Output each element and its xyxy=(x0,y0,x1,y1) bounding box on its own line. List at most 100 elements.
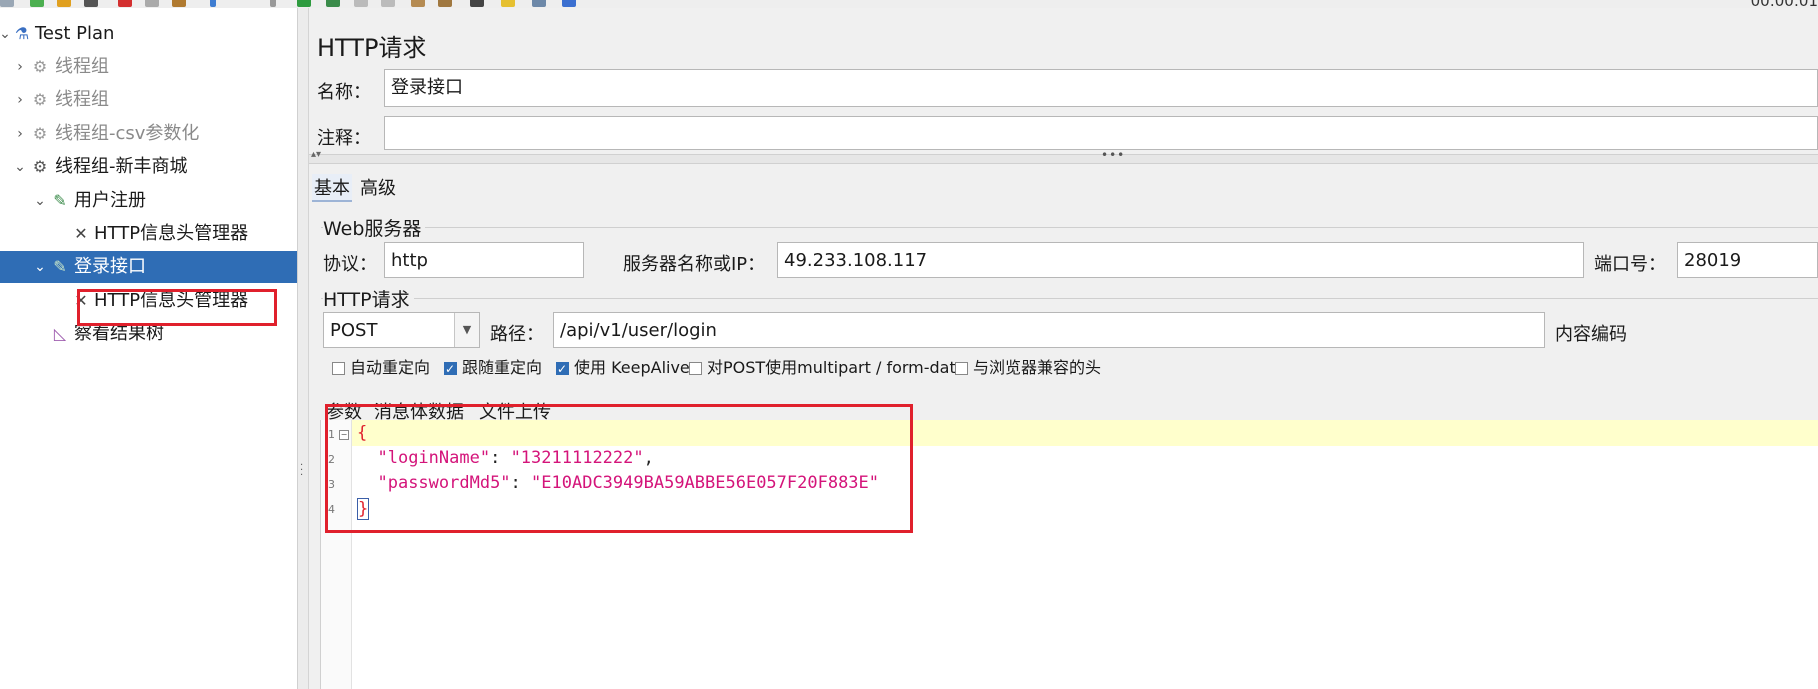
tree-item-label: 用户注册 xyxy=(74,190,146,211)
tree-item-thread-group-mall[interactable]: ⌄ ⚙ 线程组-新丰商城 xyxy=(0,151,297,183)
checkbox-label: 对POST使用multipart / form-data xyxy=(707,358,966,377)
search-icon[interactable] xyxy=(470,0,484,7)
tree-item-label: Test Plan xyxy=(35,23,115,44)
pipette-icon: ✎ xyxy=(53,257,67,276)
protocol-label: 协议： xyxy=(323,254,377,275)
tree-item-label: 登录接口 xyxy=(74,256,146,277)
vertical-splitter[interactable]: · · · xyxy=(298,8,309,689)
tree-item-label: 线程组 xyxy=(55,56,109,77)
chevron-down-icon[interactable]: ⌄ xyxy=(0,18,12,50)
start-no-pause-icon[interactable] xyxy=(326,0,340,7)
templates-icon[interactable] xyxy=(30,0,44,7)
reset-search-icon[interactable] xyxy=(501,0,515,7)
tree-item-login-api[interactable]: ⌄ ✎ 登录接口 xyxy=(0,251,297,283)
server-label: 服务器名称或IP： xyxy=(623,254,766,275)
auto-redirect-checkbox[interactable]: 自动重定向 xyxy=(332,358,430,378)
port-label: 端口号： xyxy=(1594,254,1666,275)
stop-icon[interactable] xyxy=(354,0,368,7)
tree-item-label: 线程组-csv参数化 xyxy=(55,123,200,144)
toolbar: 00:00:01 xyxy=(0,0,1818,8)
path-input[interactable]: /api/v1/user/login xyxy=(553,312,1545,348)
cut-icon[interactable] xyxy=(118,0,132,7)
multipart-checkbox[interactable]: 对POST使用multipart / form-data xyxy=(689,358,966,378)
name-input[interactable]: 登录接口 xyxy=(384,69,1818,107)
checkbox-label: 使用 KeepAlive xyxy=(574,358,690,377)
gear-icon: ⚙ xyxy=(32,124,48,143)
name-label: 名称： xyxy=(317,82,371,103)
gear-icon: ⚙ xyxy=(32,90,48,109)
chevron-down-icon[interactable]: ⌄ xyxy=(33,251,47,283)
web-server-group-title: Web服务器 xyxy=(323,214,426,241)
chevron-right-icon[interactable]: › xyxy=(13,51,27,83)
highlight-box-body-data xyxy=(325,404,913,533)
checkbox-label: 跟随重定向 xyxy=(462,358,543,377)
save-icon[interactable] xyxy=(84,0,98,7)
expand-icon[interactable] xyxy=(210,0,216,7)
wrench-icon: ✕ xyxy=(74,224,88,243)
splitter-grip-icon: · · · xyxy=(300,460,304,481)
group-border xyxy=(321,298,1818,299)
copy-icon[interactable] xyxy=(145,0,159,7)
checkbox-box[interactable] xyxy=(955,362,968,375)
tree-item-label: 线程组-新丰商城 xyxy=(55,156,188,177)
tree-item-thread-group-2[interactable]: › ⚙ 线程组 xyxy=(0,84,297,116)
new-icon[interactable] xyxy=(0,0,14,7)
protocol-input[interactable]: http xyxy=(384,242,584,278)
tab-basic[interactable]: 基本 xyxy=(312,174,352,202)
path-label: 路径： xyxy=(490,324,544,345)
browser-compatible-headers-checkbox[interactable]: 与浏览器兼容的头 xyxy=(955,358,1101,378)
http-request-panel: HTTP请求 名称： 登录接口 注释： ▴▾ ••• 基本 高级 Web服务器 … xyxy=(309,8,1818,689)
content-encoding-label: 内容编码 xyxy=(1555,324,1627,345)
chevron-right-icon[interactable]: › xyxy=(13,118,27,150)
gear-icon: ⚙ xyxy=(32,157,48,176)
clear-all-icon[interactable] xyxy=(438,0,452,7)
chart-icon: ◺ xyxy=(53,324,67,343)
tree-item-header-manager-1[interactable]: ✕ HTTP信息头管理器 xyxy=(0,218,297,250)
elapsed-time: 00:00:01 xyxy=(1751,0,1818,8)
checkbox-box[interactable] xyxy=(689,362,702,375)
clear-icon[interactable] xyxy=(411,0,425,7)
checkbox-box[interactable] xyxy=(444,359,457,379)
tree-item-thread-group-1[interactable]: › ⚙ 线程组 xyxy=(0,51,297,83)
highlight-box-header-manager xyxy=(77,289,277,326)
splitter-grip-icon: ••• xyxy=(1101,148,1126,162)
method-value: POST xyxy=(330,320,378,341)
port-input[interactable]: 28019 xyxy=(1677,242,1818,278)
open-icon[interactable] xyxy=(57,0,71,7)
toggle-icon[interactable] xyxy=(270,0,276,7)
chevron-down-icon[interactable]: ▼ xyxy=(454,313,479,347)
method-select[interactable]: POST ▼ xyxy=(323,312,480,348)
tree-item-test-plan[interactable]: ⌄ ⚗ Test Plan xyxy=(0,18,297,50)
splitter-arrows-icon[interactable]: ▴▾ xyxy=(311,149,321,160)
keepalive-checkbox[interactable]: 使用 KeepAlive xyxy=(556,358,690,379)
chevron-down-icon[interactable]: ⌄ xyxy=(13,151,27,183)
paste-icon[interactable] xyxy=(172,0,186,7)
shutdown-icon[interactable] xyxy=(381,0,395,7)
chevron-down-icon[interactable]: ⌄ xyxy=(33,185,47,217)
start-icon[interactable] xyxy=(297,0,311,7)
group-border xyxy=(321,227,1818,228)
http-request-group-title: HTTP请求 xyxy=(323,285,414,312)
horizontal-splitter[interactable]: ▴▾ ••• xyxy=(309,148,1818,164)
gear-icon: ⚙ xyxy=(32,57,48,76)
checkbox-label: 与浏览器兼容的头 xyxy=(973,358,1102,377)
follow-redirect-checkbox[interactable]: 跟随重定向 xyxy=(444,358,543,379)
tree-item-thread-group-csv[interactable]: › ⚙ 线程组-csv参数化 xyxy=(0,118,297,150)
page-title: HTTP请求 xyxy=(317,34,427,62)
test-plan-tree: ⌄ ⚗ Test Plan › ⚙ 线程组 › ⚙ 线程组 › ⚙ 线程组-cs… xyxy=(0,8,298,689)
comment-label: 注释： xyxy=(317,128,371,149)
pipette-icon: ✎ xyxy=(53,191,67,210)
tab-advanced[interactable]: 高级 xyxy=(360,174,396,200)
chevron-right-icon[interactable]: › xyxy=(13,84,27,116)
tree-item-label: 线程组 xyxy=(55,89,109,110)
tree-item-label: HTTP信息头管理器 xyxy=(94,223,249,244)
function-helper-icon[interactable] xyxy=(532,0,546,7)
flask-icon: ⚗ xyxy=(14,24,30,43)
server-input[interactable]: 49.233.108.117 xyxy=(777,242,1584,278)
help-icon[interactable] xyxy=(562,0,576,7)
comment-input[interactable] xyxy=(384,116,1818,150)
checkbox-box[interactable] xyxy=(332,362,345,375)
tree-item-user-register[interactable]: ⌄ ✎ 用户注册 xyxy=(0,185,297,217)
checkbox-box[interactable] xyxy=(556,359,569,379)
checkbox-label: 自动重定向 xyxy=(350,358,431,377)
